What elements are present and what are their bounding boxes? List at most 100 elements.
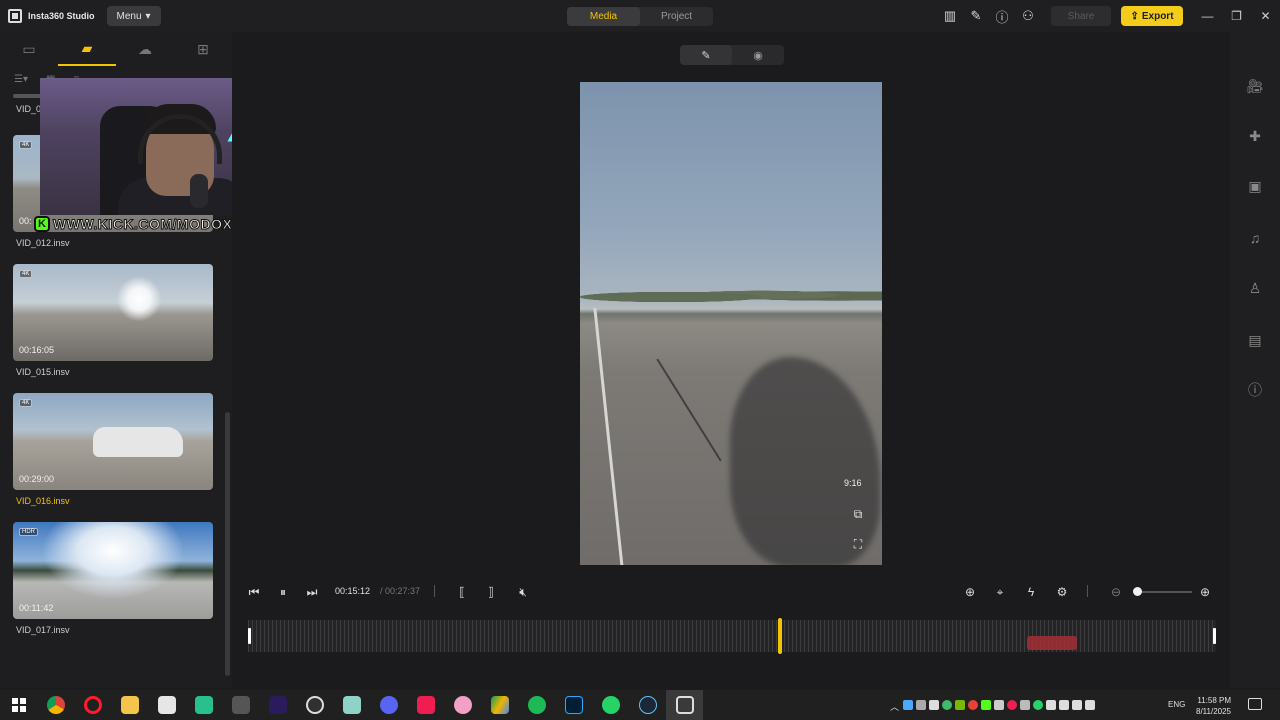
keyframe-adjust-icon[interactable]: ⚙ — [1051, 580, 1073, 604]
network-icon[interactable] — [1072, 700, 1082, 710]
notes-icon[interactable] — [333, 690, 370, 720]
tray-app-icon[interactable] — [1046, 700, 1056, 710]
edit-notes-icon[interactable]: ✎ — [963, 0, 989, 32]
timeline-end-handle[interactable] — [1213, 628, 1216, 644]
preview-eye-icon[interactable]: ◉ — [732, 45, 784, 65]
windows-start-icon[interactable] — [0, 690, 37, 720]
list-item[interactable]: HDR 00:11:42 VID_017.insv — [13, 522, 213, 635]
user-icon[interactable]: ⚇ — [1015, 0, 1041, 32]
cloud-icon[interactable]: ☁ — [116, 32, 174, 66]
restore-button[interactable]: ❐ — [1222, 0, 1251, 32]
app-logo-icon — [8, 9, 22, 23]
volume-icon[interactable] — [1085, 700, 1095, 710]
tab-project[interactable]: Project — [640, 7, 713, 26]
obs-icon[interactable] — [296, 690, 333, 720]
controller-icon[interactable] — [222, 690, 259, 720]
tray-app-icon[interactable] — [968, 700, 978, 710]
paint-icon[interactable] — [444, 690, 481, 720]
microphone-icon — [190, 174, 208, 208]
list-item[interactable]: 4K 00:29:00 VID_016.insv — [13, 393, 213, 506]
info-circle-icon[interactable]: ⓘ — [989, 0, 1015, 32]
video-effects-icon[interactable]: ▣ — [1245, 176, 1265, 196]
sidebar-scrollbar[interactable] — [225, 412, 230, 676]
system-clock[interactable]: 11:58 PM 8/11/2025 — [1196, 695, 1231, 717]
tab-media[interactable]: Media — [567, 7, 640, 26]
discord-icon[interactable] — [370, 690, 407, 720]
game-icon[interactable] — [185, 690, 222, 720]
clip-duration: 00: — [19, 216, 32, 226]
microphone-tray-icon[interactable] — [1059, 700, 1069, 710]
add-circle-icon[interactable]: ⊕ — [959, 580, 981, 604]
zoom-out-icon[interactable]: ⊖ — [1106, 580, 1126, 604]
tray-app-icon[interactable] — [981, 700, 991, 710]
edit-mode-icon[interactable]: ✎ — [680, 45, 732, 65]
crop-screen-icon[interactable]: ⧉ — [846, 503, 870, 525]
resolution-badge: 4K — [19, 399, 33, 407]
file-explorer-icon[interactable] — [111, 690, 148, 720]
tray-app-icon[interactable] — [929, 700, 939, 710]
drive-icon[interactable] — [481, 690, 518, 720]
tray-app-icon[interactable] — [1033, 700, 1043, 710]
system-tray: ︿ — [890, 690, 1095, 720]
clip-name: VID_015.insv — [16, 367, 70, 377]
photoshop-icon[interactable] — [555, 690, 592, 720]
video-preview[interactable]: 9:16 ⧉ ⛶ — [580, 82, 882, 565]
ai-track-icon[interactable]: ⌖ — [989, 580, 1011, 604]
whatsapp-icon[interactable] — [592, 690, 629, 720]
store-icon[interactable] — [148, 690, 185, 720]
speed-lightning-icon[interactable]: ϟ — [1020, 580, 1042, 604]
language-indicator[interactable]: ENG — [1168, 700, 1185, 709]
spotify-icon[interactable] — [518, 690, 555, 720]
media-project-switch: Media Project — [567, 7, 713, 26]
playhead[interactable] — [778, 618, 782, 654]
main-area: ✎ ◉ 9:16 ⧉ ⛶ ⏮ ⏸ ⏭ 00:15:12 / 00:27:37 ⟦… — [232, 32, 1230, 688]
device-icon[interactable]: ▭ — [0, 32, 58, 66]
close-button[interactable]: ✕ — [1251, 0, 1280, 32]
timeline-track[interactable] — [248, 618, 1216, 654]
opera-icon[interactable] — [74, 690, 111, 720]
minimize-button[interactable]: — — [1193, 0, 1222, 32]
info-icon[interactable]: ⓘ — [1245, 380, 1265, 400]
timeline-marker[interactable] — [1027, 636, 1077, 650]
share-button[interactable]: Share — [1051, 6, 1111, 26]
chevron-down-icon: ▾ — [145, 10, 151, 22]
zoom-slider-track[interactable] — [1134, 591, 1192, 593]
tray-app-icon[interactable] — [994, 700, 1004, 710]
menu-button[interactable]: Menu ▾ — [106, 6, 161, 26]
layout-icon[interactable]: ▥ — [937, 0, 963, 32]
person-stamp-icon[interactable]: ♙ — [1245, 278, 1265, 298]
aspect-ratio-label[interactable]: 9:16 — [844, 478, 862, 488]
chrome-icon[interactable] — [37, 690, 74, 720]
premiere-icon[interactable] — [259, 690, 296, 720]
zoom-slider-handle[interactable] — [1133, 587, 1142, 596]
folder-icon[interactable]: ▰ — [58, 32, 116, 66]
notification-icon[interactable] — [1248, 698, 1262, 710]
nvidia-icon[interactable] — [955, 700, 965, 710]
import-icon[interactable]: ⊞ — [174, 32, 232, 66]
sort-icon[interactable]: ☰▾ — [14, 74, 28, 85]
audio-icon[interactable]: ♫ — [1245, 228, 1265, 248]
tiktok-icon[interactable] — [407, 690, 444, 720]
tray-app-icon[interactable] — [1007, 700, 1017, 710]
skip-back-icon[interactable]: ⏮ — [244, 580, 264, 604]
tray-app-icon[interactable] — [903, 700, 913, 710]
layers-icon[interactable]: ▤ — [1245, 330, 1265, 350]
tray-app-icon[interactable] — [942, 700, 952, 710]
timeline-start-handle[interactable] — [248, 628, 251, 644]
mute-icon[interactable]: 🔇︎ — [512, 580, 534, 604]
tray-app-icon[interactable] — [916, 700, 926, 710]
camera-icon[interactable]: 🎥︎ — [1245, 76, 1265, 96]
trim-start-icon[interactable]: ⟦ — [451, 580, 473, 604]
skip-forward-icon[interactable]: ⏭ — [302, 580, 322, 604]
zoom-in-icon[interactable]: ⊕ — [1194, 580, 1216, 604]
fullscreen-icon[interactable]: ⛶ — [846, 533, 870, 555]
puzzle-icon[interactable]: ✚ — [1245, 126, 1265, 146]
pause-icon[interactable]: ⏸ — [273, 580, 293, 604]
tray-app-icon[interactable] — [1020, 700, 1030, 710]
export-button[interactable]: ⇪ Export — [1121, 6, 1183, 26]
insta360-taskbar-icon[interactable] — [666, 690, 703, 720]
chevron-up-icon[interactable]: ︿ — [890, 700, 900, 712]
trim-end-icon[interactable]: ⟧ — [480, 580, 502, 604]
list-item[interactable]: 4K 00:16:05 VID_015.insv — [13, 264, 213, 377]
steam-icon[interactable] — [629, 690, 666, 720]
